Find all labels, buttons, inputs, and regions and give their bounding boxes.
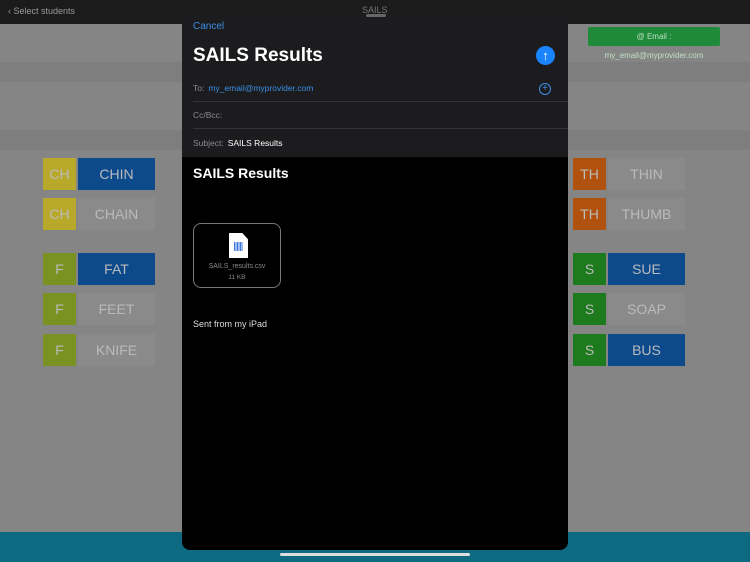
tile-prefix[interactable]: S	[573, 253, 606, 285]
subject-value[interactable]: SAILS Results	[228, 138, 283, 148]
tile-word[interactable]: KNIFE	[78, 334, 155, 366]
tile-word[interactable]: THUMB	[608, 198, 685, 230]
tile-word[interactable]: CHAIN	[78, 198, 155, 230]
tile-prefix[interactable]: CH	[43, 198, 76, 230]
mail-header: Cancel SAILS Results ↑ To: my_email@mypr…	[182, 14, 568, 157]
sheet-grabber[interactable]	[366, 14, 386, 17]
tile-word[interactable]: SUE	[608, 253, 685, 285]
tile-prefix[interactable]: F	[43, 253, 76, 285]
to-recipient[interactable]: my_email@myprovider.com	[208, 83, 313, 93]
attachment[interactable]: SAILS_results.csv 11 KB	[193, 223, 281, 288]
attachment-name: SAILS_results.csv	[208, 263, 266, 270]
tile-word[interactable]: FAT	[78, 253, 155, 285]
tile-prefix[interactable]: F	[43, 293, 76, 325]
mail-compose-sheet: Cancel SAILS Results ↑ To: my_email@mypr…	[182, 14, 568, 550]
tile-word[interactable]: CHIN	[78, 158, 155, 190]
mail-title: SAILS Results	[193, 45, 323, 66]
signature[interactable]: Sent from my iPad	[193, 319, 267, 329]
cc-bcc-field[interactable]: Cc/Bcc:	[193, 102, 568, 129]
cancel-button[interactable]: Cancel	[193, 21, 224, 32]
back-label: Select students	[13, 6, 76, 16]
subject-label: Subject:	[193, 137, 224, 148]
email-button[interactable]: @ Email : my_email@myprovider.com	[588, 27, 720, 60]
tile-prefix[interactable]: TH	[573, 198, 606, 230]
tile-prefix[interactable]: TH	[573, 158, 606, 190]
tile-prefix[interactable]: S	[573, 293, 606, 325]
subject-field[interactable]: Subject: SAILS Results	[193, 129, 568, 156]
to-field[interactable]: To: my_email@myprovider.com	[193, 75, 568, 102]
tile-prefix[interactable]: S	[573, 334, 606, 366]
home-indicator[interactable]	[280, 553, 470, 556]
to-label: To:	[193, 83, 205, 93]
tile-word[interactable]: BUS	[608, 334, 685, 366]
tile-word[interactable]: FEET	[78, 293, 155, 325]
cc-label: Cc/Bcc:	[193, 110, 223, 120]
tile-word[interactable]: THIN	[608, 158, 685, 190]
tile-word[interactable]: SOAP	[608, 293, 685, 325]
tile-prefix[interactable]: CH	[43, 158, 76, 190]
send-icon[interactable]: ↑	[536, 46, 555, 65]
spreadsheet-file-icon	[229, 233, 248, 258]
back-button[interactable]: ‹ Select students	[8, 6, 75, 16]
attachment-size: 11 KB	[228, 274, 246, 281]
add-recipient-icon[interactable]: +	[539, 83, 551, 95]
body-title[interactable]: SAILS Results	[193, 165, 289, 181]
tile-prefix[interactable]: F	[43, 334, 76, 366]
